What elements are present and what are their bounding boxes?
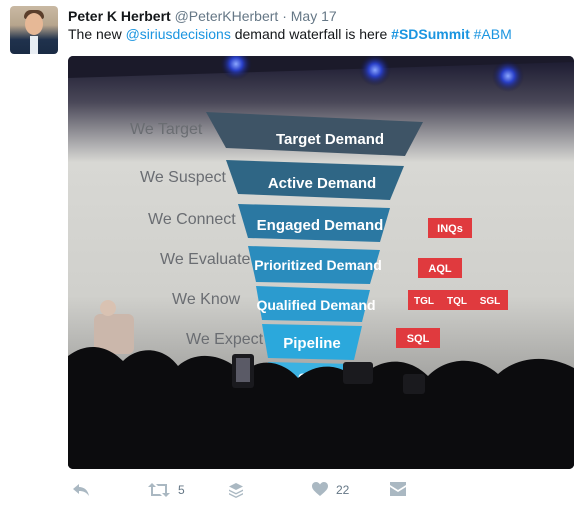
author-name[interactable]: Peter K Herbert <box>68 8 171 24</box>
retweet-icon <box>148 483 170 497</box>
tweet-photo[interactable]: We Target We Suspect We Connect We Evalu… <box>68 56 574 469</box>
tweet-text-before: The new <box>68 26 126 42</box>
tweet-header: Peter K Herbert @PeterKHerbert · May 17 <box>68 8 337 24</box>
tag-tql: TQL <box>447 296 467 307</box>
slide-left-label-1: We Target <box>130 121 203 138</box>
photo-canvas: We Target We Suspect We Connect We Evalu… <box>68 56 574 469</box>
slide-left-label-4: We Evaluate <box>160 251 251 268</box>
tag-inqs: INQs <box>437 223 463 235</box>
like-button[interactable]: 22 <box>312 482 349 497</box>
audience-phone-screen-1 <box>236 358 250 382</box>
reply-button[interactable] <box>72 482 90 498</box>
slide-center-label-6: Pipeline <box>283 335 341 352</box>
avatar-shirt <box>30 36 38 54</box>
slide-center-label-1: Target Demand <box>276 131 384 148</box>
tag-aql: AQL <box>428 263 452 275</box>
slide-center-label-3: Engaged Demand <box>257 217 384 234</box>
author-avatar[interactable] <box>10 6 58 54</box>
slide-center-label-5: Qualified Demand <box>256 297 375 313</box>
slide-left-label-2: We Suspect <box>140 169 227 186</box>
retweet-count: 5 <box>178 483 185 497</box>
slide-left-label-6: We Expect <box>186 331 264 348</box>
retweet-button[interactable]: 5 <box>148 482 185 498</box>
hashtag-sdsummit[interactable]: #SDSummit <box>391 26 470 42</box>
direct-message-button[interactable] <box>390 482 406 496</box>
heart-icon <box>312 482 328 496</box>
tweet-text-middle: demand waterfall is here <box>230 26 392 42</box>
tweet-actions: 5 22 <box>68 482 488 502</box>
author-handle[interactable]: @PeterKHerbert <box>175 8 279 24</box>
tag-sgl: SGL <box>480 296 501 307</box>
stage-light-3 <box>492 60 524 92</box>
tag-sql: SQL <box>407 333 430 345</box>
mention-link[interactable]: @siriusdecisions <box>126 26 231 42</box>
header-separator: · <box>282 8 287 24</box>
speaker-head <box>100 300 116 316</box>
tag-tgl: TGL <box>414 296 434 307</box>
tweet-text: The new @siriusdecisions demand waterfal… <box>68 26 512 42</box>
audience-phone-3 <box>403 374 425 394</box>
slide-left-label-5: We Know <box>172 291 241 308</box>
reply-icon <box>73 484 89 496</box>
slide-left-label-3: We Connect <box>148 211 236 228</box>
stack-icon <box>229 483 243 498</box>
slide-center-label-2: Active Demand <box>268 175 376 192</box>
direct-message-icon <box>390 482 406 496</box>
hashtag-abm[interactable]: #ABM <box>474 26 512 42</box>
stack-button[interactable] <box>228 482 244 498</box>
audience-phone-2 <box>343 362 373 384</box>
tweet-date[interactable]: May 17 <box>291 8 337 24</box>
slide-center-label-4: Prioritized Demand <box>254 257 382 273</box>
avatar-face <box>25 13 43 35</box>
like-count: 22 <box>336 482 350 497</box>
